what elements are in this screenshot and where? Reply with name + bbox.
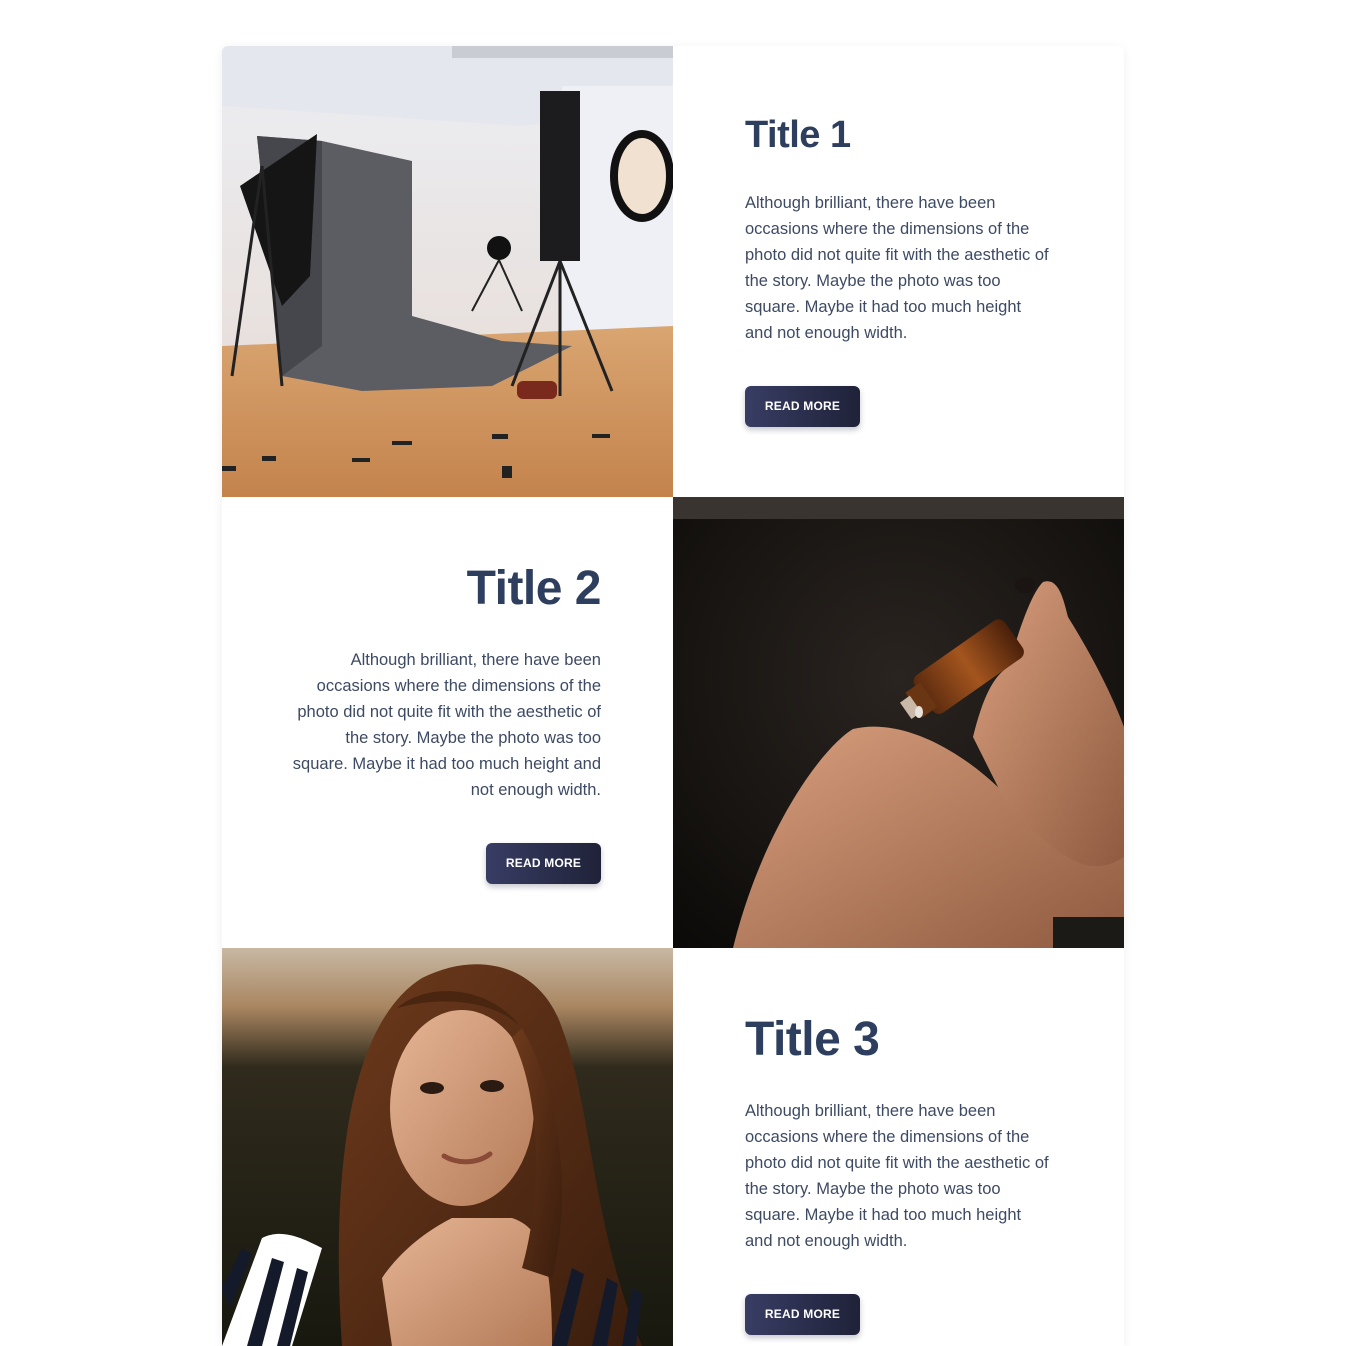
card-1-read-more-button[interactable]: READ MORE (745, 386, 860, 427)
card-3-portrait-image (222, 948, 673, 1346)
card-1-description: Although brilliant, there have been occa… (745, 194, 1049, 342)
card-2: Title 2 Although brilliant, there have b… (222, 497, 1124, 948)
card-1-text-panel: Title 1 Although brilliant, there have b… (673, 46, 1124, 497)
card-3-text-panel: Title 3 Although brilliant, there have b… (673, 948, 1124, 1346)
card-2-title: Title 2 (466, 562, 602, 615)
card-1: Title 1 Although brilliant, there have b… (222, 46, 1124, 497)
card-3: Title 3 Although brilliant, there have b… (222, 948, 1124, 1346)
card-2-description: Although brilliant, there have been occa… (292, 651, 601, 799)
card-3-description: Although brilliant, there have been occa… (745, 1102, 1049, 1250)
card-3-read-more-button[interactable]: READ MORE (745, 1294, 860, 1335)
card-2-text-panel: Title 2 Although brilliant, there have b… (222, 497, 673, 948)
card-1-title: Title 1 (745, 114, 851, 156)
card-1-photo-studio-image (222, 46, 673, 497)
card-3-title: Title 3 (745, 1013, 880, 1066)
card-2-read-more-button[interactable]: READ MORE (486, 843, 601, 884)
card-list: Title 1 Although brilliant, there have b… (222, 46, 1124, 1346)
card-2-dropper-bottle-image (673, 497, 1124, 948)
